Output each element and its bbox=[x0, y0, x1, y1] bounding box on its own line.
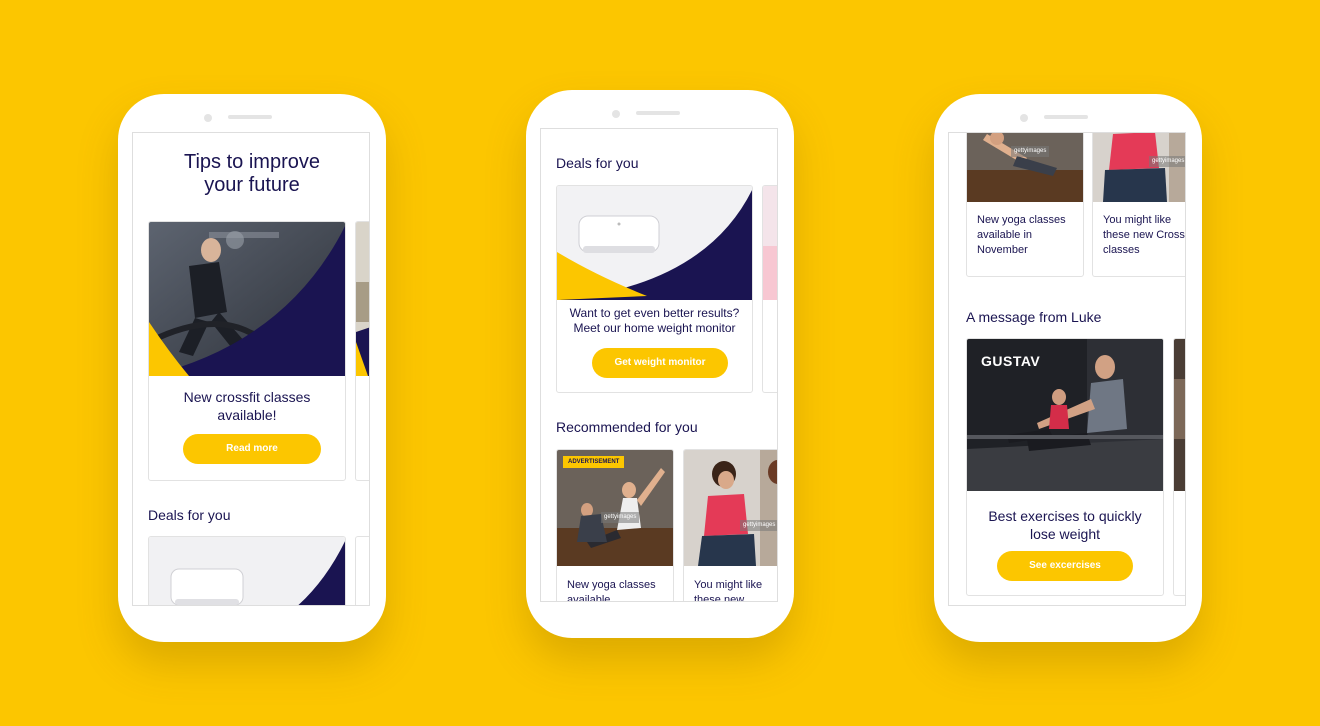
get-weight-monitor-button[interactable]: Get weight monitor bbox=[592, 348, 728, 378]
yoga-card-text: New yoga classes available in November bbox=[977, 214, 1066, 256]
message-card[interactable]: GUSTAV Best exercises to quickly lose we… bbox=[966, 338, 1164, 596]
camera-dot bbox=[1020, 114, 1028, 122]
phone-screen: gettyimages New yoga classes available i… bbox=[948, 132, 1186, 606]
weight-monitor-image bbox=[557, 186, 752, 300]
camera-dot bbox=[204, 114, 212, 122]
deals-section-title: Deals for you bbox=[556, 155, 639, 171]
crossfit-rec-card[interactable]: gettyimages You might like these new Cro… bbox=[1092, 133, 1186, 277]
next-message-peek[interactable] bbox=[1173, 338, 1185, 596]
phone-mockup-center: Deals for you Want to get even better re… bbox=[526, 90, 794, 638]
crossfit-rec-card[interactable]: gettyimages You might like these new bbox=[683, 449, 777, 602]
advertisement-badge: ADVERTISEMENT bbox=[563, 456, 625, 468]
crossfit-rec-text: You might like these new Crossfit classe… bbox=[1103, 214, 1186, 256]
next-message-image bbox=[1174, 339, 1185, 491]
crossfit-rec-image bbox=[684, 450, 777, 566]
getty-watermark: gettyimages bbox=[601, 512, 640, 523]
see-exercises-button[interactable]: See excercises bbox=[997, 551, 1133, 581]
yoga-image bbox=[967, 133, 1083, 202]
camera-dot bbox=[612, 110, 620, 118]
crossfit-image bbox=[149, 222, 345, 376]
deals-card-preview[interactable] bbox=[148, 536, 346, 605]
read-more-button[interactable]: Read more bbox=[183, 434, 321, 464]
speaker-grille bbox=[636, 111, 680, 115]
weight-monitor-card[interactable]: Want to get even better results? Meet ou… bbox=[556, 185, 753, 393]
crossfit-rec-text: You might like these new bbox=[694, 579, 763, 602]
message-card-text: Best exercises to quickly lose weight bbox=[988, 508, 1142, 542]
getty-watermark: gettyimages bbox=[740, 520, 777, 531]
yoga-card[interactable]: gettyimages New yoga classes available i… bbox=[966, 133, 1084, 277]
deals-section-title: Deals for you bbox=[148, 507, 231, 523]
speaker-grille bbox=[1044, 115, 1088, 119]
next-card-image bbox=[356, 222, 369, 376]
yoga-card-text: New yoga classes available bbox=[567, 579, 656, 602]
gustav-logo: GUSTAV bbox=[981, 353, 1041, 369]
yoga-card[interactable]: ADVERTISEMENT gettyimages New yoga class… bbox=[556, 449, 674, 602]
next-deal-peek[interactable] bbox=[762, 185, 777, 393]
next-card-peek[interactable] bbox=[355, 221, 369, 481]
next-deal-image bbox=[763, 186, 777, 300]
weight-monitor-text: Want to get even better results? Meet ou… bbox=[569, 306, 740, 335]
phone-screen: Tips to improve your future New crossfit… bbox=[132, 132, 370, 606]
speaker-grille bbox=[228, 115, 272, 119]
crossfit-card[interactable]: New crossfit classes available! Read mor… bbox=[148, 221, 346, 481]
deals-next-peek[interactable] bbox=[355, 536, 369, 605]
getty-watermark: gettyimages bbox=[1011, 146, 1050, 157]
hero-title: Tips to improve your future bbox=[184, 151, 320, 196]
crossfit-rec-image bbox=[1093, 133, 1185, 202]
phone-mockup-left: Tips to improve your future New crossfit… bbox=[118, 94, 386, 642]
getty-watermark: gettyimages bbox=[1149, 156, 1185, 167]
recommended-section-title: Recommended for you bbox=[556, 419, 698, 435]
phone-screen: Deals for you Want to get even better re… bbox=[540, 128, 778, 602]
message-section-title: A message from Luke bbox=[966, 309, 1102, 325]
phone-mockup-right: gettyimages New yoga classes available i… bbox=[934, 94, 1202, 642]
crossfit-card-text: New crossfit classes available! bbox=[183, 389, 311, 423]
weight-scale-image bbox=[149, 537, 345, 605]
